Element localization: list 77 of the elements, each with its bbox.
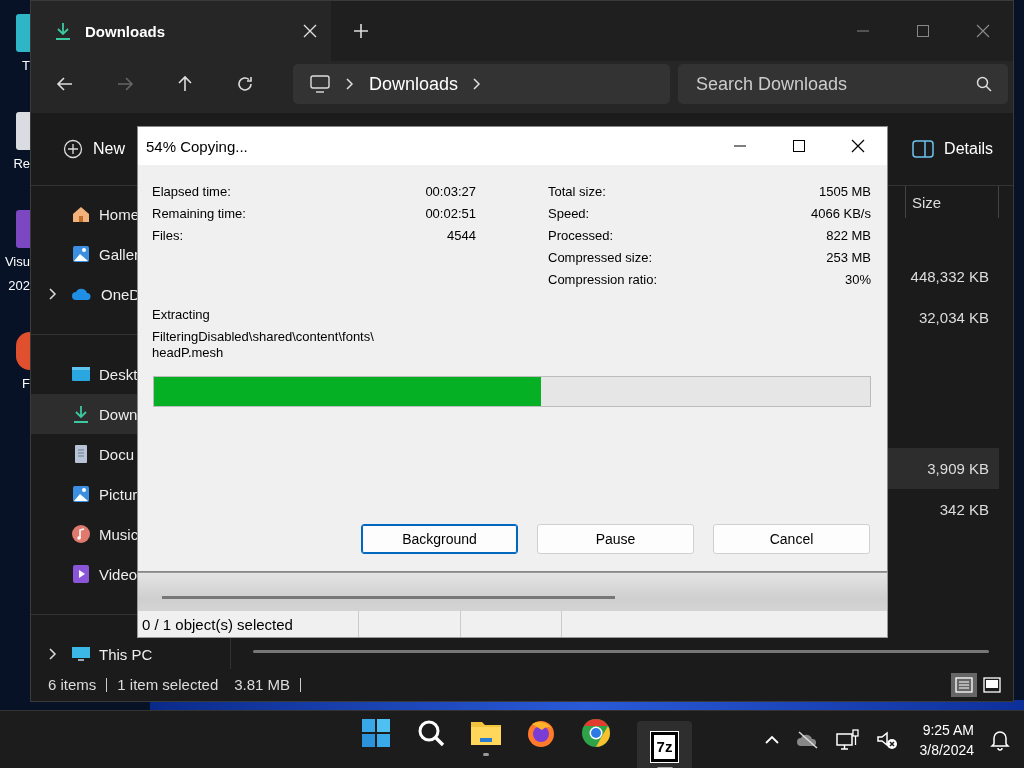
dialog-button[interactable]: Pause (537, 524, 694, 554)
maximize-icon[interactable] (791, 139, 806, 153)
computer-icon (309, 74, 331, 94)
cloud-off-icon[interactable] (795, 730, 820, 750)
wired-network-icon[interactable] (835, 729, 860, 751)
desktop-icon-label: 202 (8, 277, 30, 295)
music-icon (71, 524, 91, 544)
stat-value: 00:03:27 (425, 183, 476, 199)
status-text: 1 item selected (116, 678, 220, 692)
plus-icon[interactable] (353, 23, 369, 39)
panel-icon (912, 140, 935, 158)
stat-label: Files: (152, 227, 184, 243)
status-text: 3.81 MB (224, 678, 302, 692)
download-icon (53, 21, 73, 41)
stat-label: Remaining time: (152, 205, 246, 221)
sidebar-item[interactable]: This PC (31, 645, 230, 663)
stat-label: Elapsed time: (152, 183, 231, 199)
archiver-icon: 7z (650, 732, 679, 762)
stat-value: 30% (844, 271, 871, 287)
computer-icon (71, 644, 91, 664)
file-path: headP.mesh (152, 345, 225, 361)
stat-value: 822 MB (826, 227, 871, 243)
chevron-right-icon[interactable] (345, 77, 355, 91)
stat-label: Processed: (548, 227, 614, 243)
column-header[interactable]: Size (905, 186, 999, 218)
desktop-icon-label: Visu (4, 253, 30, 271)
stat-value: 4066 KB/s (811, 205, 871, 221)
house-icon (71, 204, 91, 224)
speaker-muted-icon[interactable] (875, 729, 898, 751)
bell-icon[interactable] (990, 729, 1010, 751)
close-icon[interactable] (850, 139, 865, 153)
sidebar-item[interactable]: Galler (31, 245, 230, 263)
search-icon (976, 76, 992, 92)
list-view-button[interactable] (951, 673, 977, 697)
stat-label: Speed: (548, 205, 590, 221)
desktop-icon-label: Re (13, 155, 30, 173)
stat-label: Compression ratio: (548, 271, 658, 287)
details-button[interactable]: Details (906, 139, 999, 159)
picture-icon (71, 484, 91, 504)
browser-circle-icon (580, 718, 611, 748)
file-path: FilteringDisabled\shared\content\fonts\ (152, 329, 375, 345)
dialog-title: 54% Copying... (146, 137, 249, 155)
desktop-icon (71, 364, 91, 384)
stat-value: 1505 MB (818, 183, 871, 199)
video-icon (71, 564, 91, 584)
chevron-right-icon[interactable] (48, 647, 58, 661)
stat-label: Total size: (548, 183, 606, 199)
browser-tab[interactable]: Downloads (31, 1, 331, 61)
new-button[interactable]: New (57, 138, 131, 160)
browser-fox-icon (525, 718, 556, 748)
app-icon[interactable] (16, 332, 30, 370)
sidebar-item[interactable]: Docu (31, 445, 230, 463)
search-field[interactable]: Search Downloads (678, 64, 1008, 104)
picture-icon (71, 244, 91, 264)
plus-circle-icon (63, 139, 83, 159)
operation-label: Extracting (152, 306, 211, 324)
windows-logo-icon (360, 718, 391, 748)
refresh-icon[interactable] (235, 74, 255, 94)
stat-label: Compressed size: (548, 249, 653, 265)
download-icon (71, 404, 91, 424)
chevron-right-icon[interactable] (48, 287, 58, 301)
stat-value: 4544 (447, 227, 476, 243)
dialog-button[interactable]: Cancel (713, 524, 870, 554)
chevron-right-icon[interactable] (472, 77, 483, 91)
address-bar[interactable]: Downloads (293, 64, 670, 104)
dialog-button[interactable]: Background (361, 524, 518, 554)
stat-value: 253 MB (826, 249, 871, 265)
desktop-icon-label: F (22, 375, 30, 393)
sidebar-item[interactable]: Pictur (31, 485, 230, 503)
path-segment[interactable]: Downloads (369, 73, 459, 95)
stat-value: 00:02:51 (425, 205, 476, 221)
sidebar-item[interactable]: Music (31, 525, 230, 543)
status-text: 0 / 1 object(s) selected (142, 615, 293, 633)
clock[interactable]: 9:25 AM 3/8/2024 (919, 720, 974, 760)
status-text: 6 items (48, 678, 108, 692)
desktop-icon-label: T (22, 57, 30, 75)
sidebar-item[interactable]: Deskt (31, 365, 230, 383)
